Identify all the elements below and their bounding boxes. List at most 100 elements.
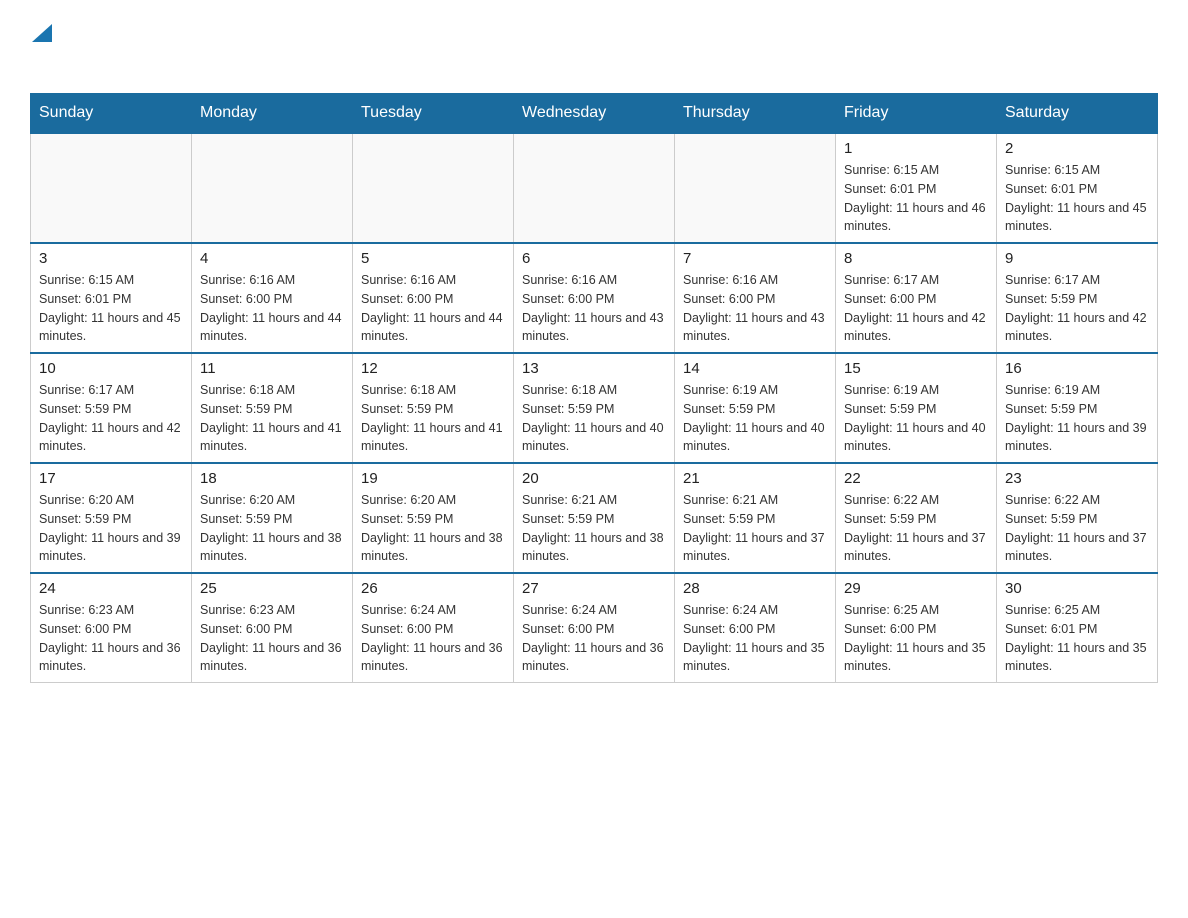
day-info: Sunrise: 6:15 AM Sunset: 6:01 PM Dayligh… [39,271,183,346]
day-number: 6 [522,250,666,267]
day-info: Sunrise: 6:24 AM Sunset: 6:00 PM Dayligh… [683,601,827,676]
day-info: Sunrise: 6:19 AM Sunset: 5:59 PM Dayligh… [683,381,827,456]
calendar-cell: 12 Sunrise: 6:18 AM Sunset: 5:59 PM Dayli… [353,353,514,463]
calendar-week-row: 10 Sunrise: 6:17 AM Sunset: 5:59 PM Dayli… [31,353,1158,463]
calendar-cell: 15 Sunrise: 6:19 AM Sunset: 5:59 PM Dayli… [836,353,997,463]
day-number: 18 [200,470,344,487]
day-number: 27 [522,580,666,597]
calendar-cell [31,133,192,243]
day-number: 19 [361,470,505,487]
day-number: 25 [200,580,344,597]
calendar-cell: 8 Sunrise: 6:17 AM Sunset: 6:00 PM Daylig… [836,243,997,353]
day-number: 29 [844,580,988,597]
calendar-cell: 17 Sunrise: 6:20 AM Sunset: 5:59 PM Dayli… [31,463,192,573]
calendar-cell: 30 Sunrise: 6:25 AM Sunset: 6:01 PM Dayli… [997,573,1158,683]
day-info: Sunrise: 6:16 AM Sunset: 6:00 PM Dayligh… [683,271,827,346]
day-info: Sunrise: 6:25 AM Sunset: 6:01 PM Dayligh… [1005,601,1149,676]
day-number: 15 [844,360,988,377]
day-info: Sunrise: 6:20 AM Sunset: 5:59 PM Dayligh… [39,491,183,566]
day-number: 28 [683,580,827,597]
day-number: 5 [361,250,505,267]
calendar-cell [514,133,675,243]
day-number: 7 [683,250,827,267]
header-day-sunday: Sunday [31,94,192,134]
calendar-cell: 29 Sunrise: 6:25 AM Sunset: 6:00 PM Dayli… [836,573,997,683]
calendar-cell: 5 Sunrise: 6:16 AM Sunset: 6:00 PM Daylig… [353,243,514,353]
calendar-cell: 24Sunrise: 6:23 AM Sunset: 6:00 PM Dayli… [31,573,192,683]
day-info: Sunrise: 6:15 AM Sunset: 6:01 PM Dayligh… [1005,161,1149,236]
calendar-cell: 19 Sunrise: 6:20 AM Sunset: 5:59 PM Dayli… [353,463,514,573]
calendar-cell: 13 Sunrise: 6:18 AM Sunset: 5:59 PM Dayli… [514,353,675,463]
calendar-week-row: 24 Sunrise: 6:23 AM Sunset: 6:00 PM Dayli… [31,573,1158,683]
day-number: 8 [844,250,988,267]
calendar-cell: 25 Sunrise: 6:23 AM Sunset: 6:00 PM Dayli… [192,573,353,683]
calendar-cell: 21 Sunrise: 6:21 AM Sunset: 5:59 PM Dayli… [675,463,836,573]
calendar-cell [353,133,514,243]
day-number: 30 [1005,580,1149,597]
calendar-cell: 6 Sunrise: 6:16 AM Sunset: 6:00 PM Daylig… [514,243,675,353]
day-info: Sunrise: 6:19 AM Sunset: 5:59 PM Dayligh… [1005,381,1149,456]
calendar-cell: 27 Sunrise: 6:24 AM Sunset: 6:00 PM Dayli… [514,573,675,683]
calendar-cell: 16 Sunrise: 6:19 AM Sunset: 5:59 PM Dayli… [997,353,1158,463]
day-number: 3 [39,250,183,267]
day-info: Sunrise: 6:18 AM Sunset: 5:59 PM Dayligh… [200,381,344,456]
day-info: Sunrise: 6:23 AM Sunset: 6:00 PM Dayligh… [200,601,344,676]
day-info: Sunrise: 6:21 AM Sunset: 5:59 PM Dayligh… [683,491,827,566]
day-number: 17 [39,470,183,487]
logo-arrow-icon [32,20,52,47]
logo [30,20,54,73]
header-day-saturday: Saturday [997,94,1158,134]
calendar-cell: 18 Sunrise: 6:20 AM Sunset: 5:59 PM Dayli… [192,463,353,573]
day-info: Sunrise: 6:20 AM Sunset: 5:59 PM Dayligh… [200,491,344,566]
day-number: 10 [39,360,183,377]
day-number: 23 [1005,470,1149,487]
calendar-header-row: SundayMondayTuesdayWednesdayThursdayFrid… [31,94,1158,134]
calendar-cell: 3 Sunrise: 6:15 AM Sunset: 6:01 PM Daylig… [31,243,192,353]
day-number: 20 [522,470,666,487]
day-info: Sunrise: 6:16 AM Sunset: 6:00 PM Dayligh… [522,271,666,346]
day-info: Sunrise: 6:17 AM Sunset: 5:59 PM Dayligh… [1005,271,1149,346]
day-number: 9 [1005,250,1149,267]
day-number: 4 [200,250,344,267]
calendar-cell: 20 Sunrise: 6:21 AM Sunset: 5:59 PM Dayli… [514,463,675,573]
header-day-monday: Monday [192,94,353,134]
day-number: 13 [522,360,666,377]
day-number: 26 [361,580,505,597]
calendar-cell: 23 Sunrise: 6:22 AM Sunset: 5:59 PM Dayli… [997,463,1158,573]
calendar-cell: 22Sunrise: 6:22 AM Sunset: 5:59 PM Dayli… [836,463,997,573]
day-info: Sunrise: 6:17 AM Sunset: 6:00 PM Dayligh… [844,271,988,346]
day-info: Sunrise: 6:25 AM Sunset: 6:00 PM Dayligh… [844,601,988,676]
day-number: 11 [200,360,344,377]
day-number: 2 [1005,140,1149,157]
calendar-cell: 28 Sunrise: 6:24 AM Sunset: 6:00 PM Dayli… [675,573,836,683]
day-number: 21 [683,470,827,487]
day-info: Sunrise: 6:19 AM Sunset: 5:59 PM Dayligh… [844,381,988,456]
day-number: 24 [39,580,183,597]
calendar-cell: 4 Sunrise: 6:16 AM Sunset: 6:00 PM Daylig… [192,243,353,353]
day-info: Sunrise: 6:20 AM Sunset: 5:59 PM Dayligh… [361,491,505,566]
day-number: 16 [1005,360,1149,377]
calendar-week-row: 1 Sunrise: 6:15 AM Sunset: 6:01 PM Daylig… [31,133,1158,243]
header-day-friday: Friday [836,94,997,134]
calendar-cell [192,133,353,243]
day-info: Sunrise: 6:16 AM Sunset: 6:00 PM Dayligh… [200,271,344,346]
header-day-wednesday: Wednesday [514,94,675,134]
day-number: 1 [844,140,988,157]
day-info: Sunrise: 6:16 AM Sunset: 6:00 PM Dayligh… [361,271,505,346]
day-info: Sunrise: 6:18 AM Sunset: 5:59 PM Dayligh… [522,381,666,456]
day-info: Sunrise: 6:17 AM Sunset: 5:59 PM Dayligh… [39,381,183,456]
day-info: Sunrise: 6:21 AM Sunset: 5:59 PM Dayligh… [522,491,666,566]
calendar-cell: 2 Sunrise: 6:15 AM Sunset: 6:01 PM Daylig… [997,133,1158,243]
day-info: Sunrise: 6:22 AM Sunset: 5:59 PM Dayligh… [844,491,988,566]
day-number: 14 [683,360,827,377]
day-info: Sunrise: 6:18 AM Sunset: 5:59 PM Dayligh… [361,381,505,456]
day-info: Sunrise: 6:22 AM Sunset: 5:59 PM Dayligh… [1005,491,1149,566]
day-number: 12 [361,360,505,377]
header-day-thursday: Thursday [675,94,836,134]
day-info: Sunrise: 6:15 AM Sunset: 6:01 PM Dayligh… [844,161,988,236]
calendar-cell: 10 Sunrise: 6:17 AM Sunset: 5:59 PM Dayli… [31,353,192,463]
calendar-cell: 26Sunrise: 6:24 AM Sunset: 6:00 PM Dayli… [353,573,514,683]
header-day-tuesday: Tuesday [353,94,514,134]
day-info: Sunrise: 6:24 AM Sunset: 6:00 PM Dayligh… [522,601,666,676]
calendar-cell: 7 Sunrise: 6:16 AM Sunset: 6:00 PM Daylig… [675,243,836,353]
